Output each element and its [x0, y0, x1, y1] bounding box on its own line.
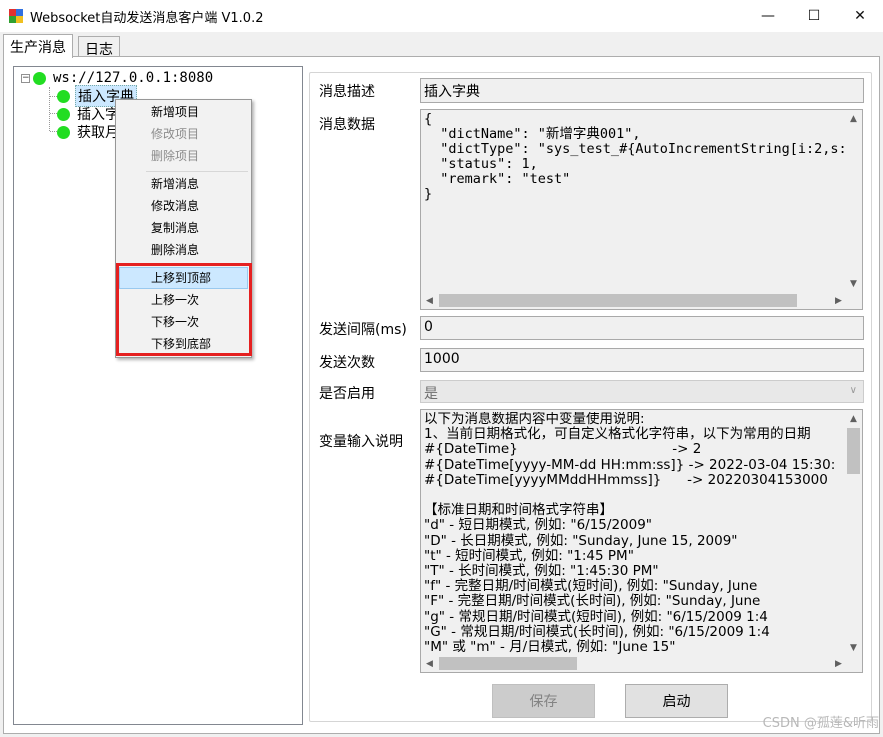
maximize-button[interactable]: ☐ [791, 0, 837, 32]
scroll-thumb[interactable] [439, 657, 577, 670]
count-label: 发送次数 [319, 355, 375, 371]
tree-node-item[interactable]: 插入字 [57, 105, 121, 123]
scroll-left-icon[interactable]: ◀ [421, 292, 438, 309]
scroll-right-icon[interactable]: ▶ [830, 655, 847, 672]
collapse-icon[interactable]: − [21, 73, 30, 83]
menu-move-down[interactable]: 下移一次 [119, 311, 248, 333]
minimize-icon: — [761, 8, 775, 24]
save-button[interactable]: 保存 [492, 684, 595, 718]
desc-label: 消息描述 [319, 84, 375, 100]
scroll-up-icon[interactable]: ▲ [845, 110, 862, 127]
menu-copy-message[interactable]: 复制消息 [119, 217, 248, 239]
minimize-button[interactable]: — [745, 0, 791, 32]
scroll-right-icon[interactable]: ▶ [830, 292, 847, 309]
status-dot-icon [57, 107, 70, 121]
menu-move-to-bottom[interactable]: 下移到底部 [119, 333, 248, 355]
window-title: Websocket自动发送消息客户端 V1.0.2 [30, 11, 264, 26]
chevron-down-icon: ∨ [849, 385, 857, 396]
scroll-thumb[interactable] [439, 294, 797, 307]
menu-edit-project[interactable]: 修改项目 [119, 123, 248, 145]
menu-move-to-top[interactable]: 上移到顶部 [119, 267, 248, 289]
watermark: CSDN @孤莲&听雨 [762, 716, 879, 731]
scroll-up-icon[interactable]: ▲ [845, 410, 862, 427]
menu-delete-message[interactable]: 删除消息 [119, 239, 248, 261]
horizontal-scrollbar[interactable]: ◀ ▶ [421, 292, 862, 309]
enabled-label: 是否启用 [319, 386, 375, 402]
menu-move-up[interactable]: 上移一次 [119, 289, 248, 311]
message-data-text: { "dictName": "新增字典001", "dictType": "sy… [424, 112, 848, 202]
vertical-scrollbar[interactable]: ▲ ▼ [845, 110, 862, 292]
horizontal-scrollbar[interactable]: ◀ ▶ [421, 655, 862, 672]
maximize-icon: ☐ [807, 8, 821, 24]
menu-separator [146, 264, 248, 265]
title-bar: Websocket自动发送消息客户端 V1.0.2 — ☐ ✕ [0, 0, 883, 32]
scroll-down-icon[interactable]: ▼ [845, 275, 862, 292]
status-dot-icon [57, 89, 70, 103]
scroll-down-icon[interactable]: ▼ [845, 639, 862, 656]
count-field[interactable]: 1000 [420, 348, 864, 372]
scroll-left-icon[interactable]: ◀ [421, 655, 438, 672]
enabled-select[interactable]: 是 ∨ [420, 380, 864, 403]
close-icon: ✕ [854, 8, 866, 24]
close-button[interactable]: ✕ [837, 0, 883, 32]
interval-field[interactable]: 0 [420, 316, 864, 340]
tab-produce-messages[interactable]: 生产消息 [3, 34, 73, 58]
menu-add-project[interactable]: 新增项目 [119, 101, 248, 123]
status-dot-icon [33, 71, 46, 85]
vars-label: 变量输入说明 [319, 434, 403, 450]
menu-separator [146, 171, 248, 172]
app-icon [9, 9, 23, 23]
menu-edit-message[interactable]: 修改消息 [119, 195, 248, 217]
menu-add-message[interactable]: 新增消息 [119, 173, 248, 195]
scroll-thumb[interactable] [847, 428, 860, 474]
tab-log[interactable]: 日志 [78, 36, 120, 58]
tab-strip: 生产消息 日志 [0, 32, 883, 58]
context-menu: 新增项目 修改项目 删除项目 新增消息 修改消息 复制消息 删除消息 上移到顶部… [115, 99, 252, 358]
start-button[interactable]: 启动 [625, 684, 728, 718]
interval-label: 发送间隔(ms) [319, 322, 407, 338]
variables-help-textarea[interactable]: 以下为消息数据内容中变量使用说明: 1、当前日期格式化，可自定义格式化字符串，以… [420, 409, 863, 673]
menu-delete-project[interactable]: 删除项目 [119, 145, 248, 167]
variables-help-text: 以下为消息数据内容中变量使用说明: 1、当前日期格式化，可自定义格式化字符串，以… [424, 412, 836, 656]
enabled-select-value: 是 [424, 386, 438, 402]
data-label: 消息数据 [319, 117, 375, 133]
desc-field[interactable]: 插入字典 [420, 78, 864, 103]
tree-node-item[interactable]: 获取月 [57, 123, 121, 141]
tree-root-label: ws://127.0.0.1:8080 [53, 70, 214, 86]
status-dot-icon [57, 125, 70, 139]
message-data-textarea[interactable]: { "dictName": "新增字典001", "dictType": "sy… [420, 109, 863, 310]
vertical-scrollbar[interactable]: ▲ ▼ [845, 410, 862, 656]
